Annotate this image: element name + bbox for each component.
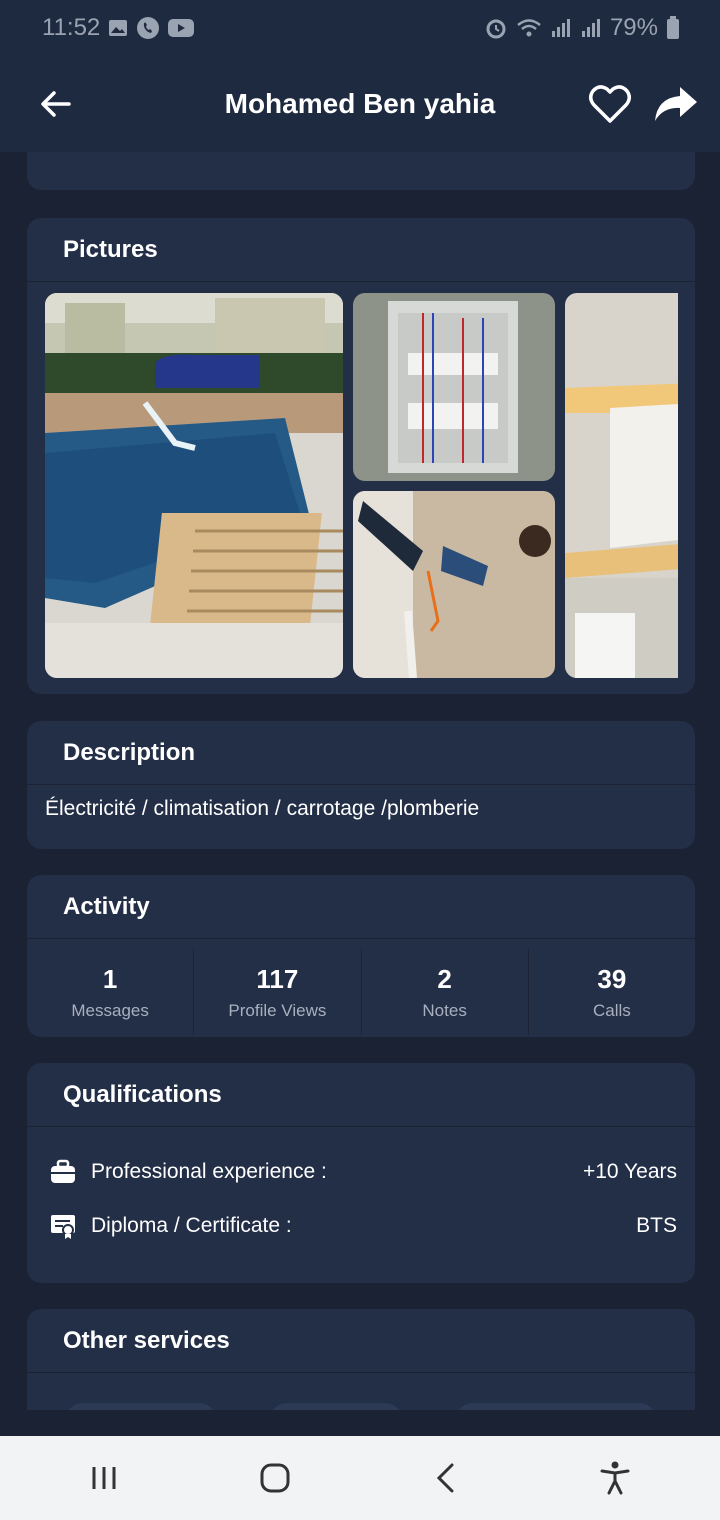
description-text: Électricité / climatisation / carrotage … [45, 797, 480, 820]
activity-stats: 1 Messages 117 Profile Views 2 Notes 39 … [27, 939, 695, 1035]
qualifications-card: Qualifications Professional experience :… [27, 1063, 695, 1283]
stat-label: Calls [592, 1000, 631, 1020]
certificate-icon [49, 1212, 77, 1240]
stat-label: Messages [71, 1000, 149, 1020]
picture-pool[interactable] [45, 293, 343, 678]
picture-electrical-panel[interactable] [353, 293, 555, 481]
activity-card: Activity 1 Messages 117 Profile Views 2 … [27, 875, 695, 1037]
app-header: Mohamed Ben yahia [0, 56, 720, 152]
status-bar: 11:52 79% [0, 0, 720, 56]
description-title: Description [27, 721, 695, 785]
briefcase-icon [49, 1158, 77, 1186]
status-left: 11:52 [42, 14, 195, 42]
stat-value: 1 [102, 963, 118, 994]
activity-title: Activity [27, 875, 695, 939]
header-actions [584, 78, 702, 130]
accessibility-button[interactable] [583, 1446, 647, 1510]
back-icon [436, 1463, 454, 1493]
stat-label: Notes [422, 1000, 467, 1020]
whatsapp-icon [136, 16, 160, 40]
qualification-value: +10 Years [582, 1160, 677, 1183]
home-button[interactable] [243, 1446, 307, 1510]
stat-value: 2 [437, 963, 452, 994]
qualification-value: BTS [636, 1214, 677, 1237]
gallery-icon [108, 19, 128, 37]
system-back-button[interactable] [413, 1446, 477, 1510]
system-nav-bar [0, 1436, 720, 1520]
picture-ceiling-lighting[interactable] [565, 293, 678, 678]
stat-profile-views: 117 Profile Views [193, 949, 360, 1035]
stat-label: Profile Views [228, 1000, 327, 1020]
favorite-button[interactable] [584, 78, 636, 130]
other-services-title: Other services [27, 1309, 695, 1373]
service-chip[interactable] [65, 1403, 217, 1410]
previous-card [27, 152, 695, 190]
service-chip[interactable] [269, 1403, 403, 1410]
qualifications-title: Qualifications [27, 1063, 695, 1127]
stat-calls: 39 Calls [527, 949, 695, 1035]
picture-wall-drilling[interactable] [353, 491, 555, 678]
recents-icon [92, 1467, 116, 1489]
pictures-card: Pictures [27, 218, 695, 694]
youtube-icon [168, 18, 195, 38]
accessibility-icon [600, 1461, 630, 1495]
qualification-experience: Professional experience : +10 Years [27, 1145, 695, 1199]
share-arrow-icon [655, 87, 697, 121]
share-button[interactable] [650, 78, 702, 130]
signal-icon [550, 17, 572, 39]
qualification-label: Professional experience : [91, 1160, 327, 1183]
heart-outline-icon [589, 85, 631, 123]
pictures-gallery[interactable] [45, 293, 678, 678]
stat-messages: 1 Messages [27, 949, 193, 1035]
other-services-card: Other services [27, 1309, 695, 1410]
profile-content[interactable]: Pictures Description Électricité / clima… [0, 152, 720, 1410]
pictures-title: Pictures [27, 218, 695, 282]
qualification-label: Diploma / Certificate : [91, 1214, 292, 1237]
battery-icon [666, 16, 680, 40]
battery-percent: 79% [609, 14, 658, 41]
description-card: Description Électricité / climatisation … [27, 721, 695, 849]
status-right: 79% [484, 14, 680, 42]
arrow-left-icon [41, 91, 71, 117]
home-icon [260, 1463, 290, 1493]
status-time: 11:52 [42, 14, 101, 41]
qualification-diploma: Diploma / Certificate : BTS [27, 1199, 695, 1253]
qualifications-list: Professional experience : +10 Years Dipl… [27, 1127, 695, 1253]
back-button[interactable] [30, 78, 82, 130]
wifi-icon [516, 17, 542, 39]
service-chip[interactable] [455, 1403, 657, 1410]
alarm-icon [484, 16, 508, 40]
other-services-chips [27, 1373, 695, 1410]
recents-button[interactable] [73, 1446, 137, 1510]
signal-icon [580, 17, 602, 39]
stat-value: 39 [597, 963, 627, 994]
stat-notes: 2 Notes [360, 949, 528, 1035]
stat-value: 117 [256, 963, 299, 994]
